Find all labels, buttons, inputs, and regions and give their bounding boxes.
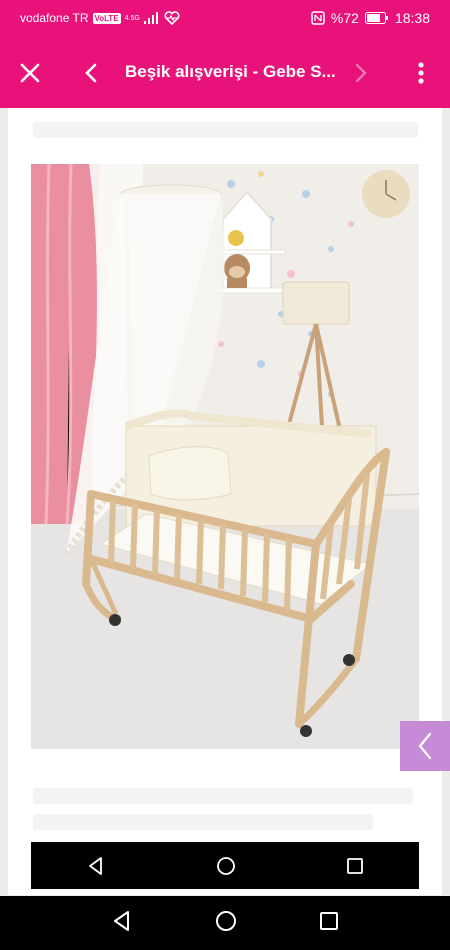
close-button[interactable] <box>15 58 45 88</box>
more-vert-icon <box>418 62 424 84</box>
browser-toolbar: Beşik alışverişi - Gebe S... <box>0 38 450 108</box>
system-nav-bar <box>0 896 450 950</box>
status-bar: vodafone TR VoLTE 4.5G %72 18:38 <box>0 0 450 38</box>
back-arrow-icon <box>85 63 97 83</box>
back-button[interactable] <box>76 58 106 88</box>
signal-icon <box>143 12 158 24</box>
side-tab-button[interactable] <box>400 721 450 771</box>
forward-arrow-icon <box>355 63 367 83</box>
status-right: %72 18:38 <box>311 10 430 26</box>
recents-square-icon <box>320 911 338 930</box>
faded-heading <box>33 122 418 138</box>
battery-icon <box>364 12 388 24</box>
heart-monitor-icon <box>164 11 180 25</box>
page-title: Beşik alışverişi - Gebe S... <box>125 62 336 81</box>
clock: 18:38 <box>394 10 430 26</box>
back-triangle-icon <box>114 910 129 931</box>
carrier-label: vodafone TR <box>20 11 89 25</box>
network-type: 4.5G <box>124 14 140 22</box>
faded-text-line <box>33 788 413 804</box>
nfc-icon <box>311 11 325 25</box>
close-icon <box>20 63 40 83</box>
chevron-left-icon <box>418 732 432 760</box>
status-left: vodafone TR VoLTE 4.5G <box>20 11 180 25</box>
home-circle-icon <box>216 910 236 931</box>
forward-button[interactable] <box>346 58 376 88</box>
faded-text-line <box>33 814 373 830</box>
nav-back-button[interactable] <box>111 910 133 937</box>
more-options-button[interactable] <box>406 58 436 88</box>
nav-home-button[interactable] <box>215 910 237 937</box>
home-circle-icon <box>217 856 235 875</box>
crib-photo[interactable] <box>31 164 419 749</box>
volte-badge: VoLTE <box>92 12 121 24</box>
recents-square-icon <box>347 857 363 874</box>
battery-percent: %72 <box>330 10 359 26</box>
back-triangle-icon <box>89 856 102 875</box>
nav-recents-button[interactable] <box>319 911 339 936</box>
embedded-nav-bar <box>31 842 419 889</box>
